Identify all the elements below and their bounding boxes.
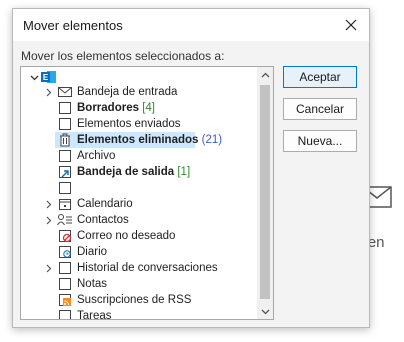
tree-item-account[interactable]: E — [21, 69, 257, 85]
outlook-account-icon: E — [41, 69, 57, 85]
svg-text:E: E — [43, 73, 49, 82]
tree-item-label: Elementos eliminados (21) — [77, 134, 223, 146]
tree-item-label: Historial de conversaciones — [77, 262, 218, 274]
close-button[interactable] — [339, 13, 363, 37]
tree-item-unnamed[interactable] — [21, 180, 257, 196]
tree-item-label: Suscripciones de RSS — [77, 294, 192, 306]
unread-count: [4] — [142, 102, 155, 114]
chevron-right-icon[interactable] — [43, 84, 53, 100]
dialog-title: Mover elementos — [23, 18, 123, 33]
outbox-icon — [57, 164, 73, 180]
folder-tree[interactable]: E Bandeja de entrada Borradores [4] Elem… — [20, 66, 274, 320]
tree-item-label: Correo no deseado — [77, 230, 176, 242]
tree-item-label: Contactos — [77, 214, 129, 226]
tree-item-label: Diario — [77, 246, 108, 258]
tree-item-outbox[interactable]: Bandeja de salida [1] — [21, 164, 257, 180]
junk-mail-icon — [57, 228, 73, 244]
tree-item-junk[interactable]: Correo no deseado — [21, 228, 257, 244]
deleted-items-icon — [57, 132, 73, 148]
tree-item-label: Archivo — [77, 150, 116, 162]
calendar-icon — [57, 196, 73, 212]
tree-item-journal[interactable]: Diario — [21, 244, 257, 260]
tree-item-drafts[interactable]: Borradores [4] — [21, 100, 257, 116]
accept-button[interactable]: Aceptar — [283, 66, 357, 88]
contacts-icon — [57, 212, 73, 228]
tree-item-calendar[interactable]: Calendario — [21, 196, 257, 212]
tree-item-conversation-history[interactable]: Historial de conversaciones — [21, 260, 257, 276]
journal-icon — [57, 244, 73, 260]
title-bar: Mover elementos — [13, 9, 369, 41]
tree-item-rss[interactable]: Suscripciones de RSS — [21, 292, 257, 308]
folder-icon — [57, 148, 73, 164]
destination-prompt: Mover los elementos seleccionados a: — [21, 49, 225, 63]
tree-item-label: Borradores [4] — [77, 102, 155, 114]
scrollbar-thumb[interactable] — [260, 85, 270, 299]
notes-icon — [57, 276, 73, 292]
tree-item-archive[interactable]: Archivo — [21, 148, 257, 164]
tree-item-deleted[interactable]: Elementos eliminados (21) — [21, 132, 257, 148]
tree-item-tasks[interactable]: Tareas — [21, 308, 257, 319]
tree-item-sent[interactable]: Elementos enviados — [21, 116, 257, 132]
item-count: (21) — [201, 134, 223, 146]
folder-icon — [57, 260, 73, 276]
tree-item-label: Elementos enviados — [77, 118, 181, 130]
tree-item-notes[interactable]: Notas — [21, 276, 257, 292]
folder-icon — [57, 116, 73, 132]
tree-item-contacts[interactable]: Contactos — [21, 212, 257, 228]
close-icon — [345, 19, 357, 31]
vertical-scrollbar[interactable] — [257, 67, 273, 319]
tasks-icon — [57, 308, 73, 319]
folder-tree-list: E Bandeja de entrada Borradores [4] Elem… — [21, 67, 257, 319]
chevron-up-icon — [261, 72, 269, 77]
move-items-dialog: Mover elementos Mover los elementos sele… — [12, 8, 370, 328]
new-folder-button[interactable]: Nueva... — [283, 130, 357, 152]
chevron-right-icon[interactable] — [43, 260, 53, 276]
scroll-down-button[interactable] — [257, 303, 273, 319]
drafts-icon — [57, 100, 73, 116]
tree-item-label: Notas — [77, 278, 108, 290]
cancel-button[interactable]: Cancelar — [283, 98, 357, 120]
tree-item-label: Bandeja de entrada — [77, 86, 178, 98]
tree-item-inbox[interactable]: Bandeja de entrada — [21, 84, 257, 100]
rss-icon — [57, 292, 73, 308]
chevron-right-icon[interactable] — [43, 196, 53, 212]
chevron-right-icon[interactable] — [43, 212, 53, 228]
scroll-up-button[interactable] — [257, 67, 273, 83]
item-count: [1] — [177, 166, 191, 178]
tree-item-label: Calendario — [77, 198, 133, 210]
tree-item-label: Tareas — [77, 310, 112, 319]
inbox-icon — [57, 84, 73, 100]
folder-icon — [57, 180, 73, 196]
chevron-down-icon — [261, 309, 269, 314]
chevron-down-icon[interactable] — [29, 69, 39, 85]
tree-item-label: Bandeja de salida [1] — [77, 166, 191, 178]
